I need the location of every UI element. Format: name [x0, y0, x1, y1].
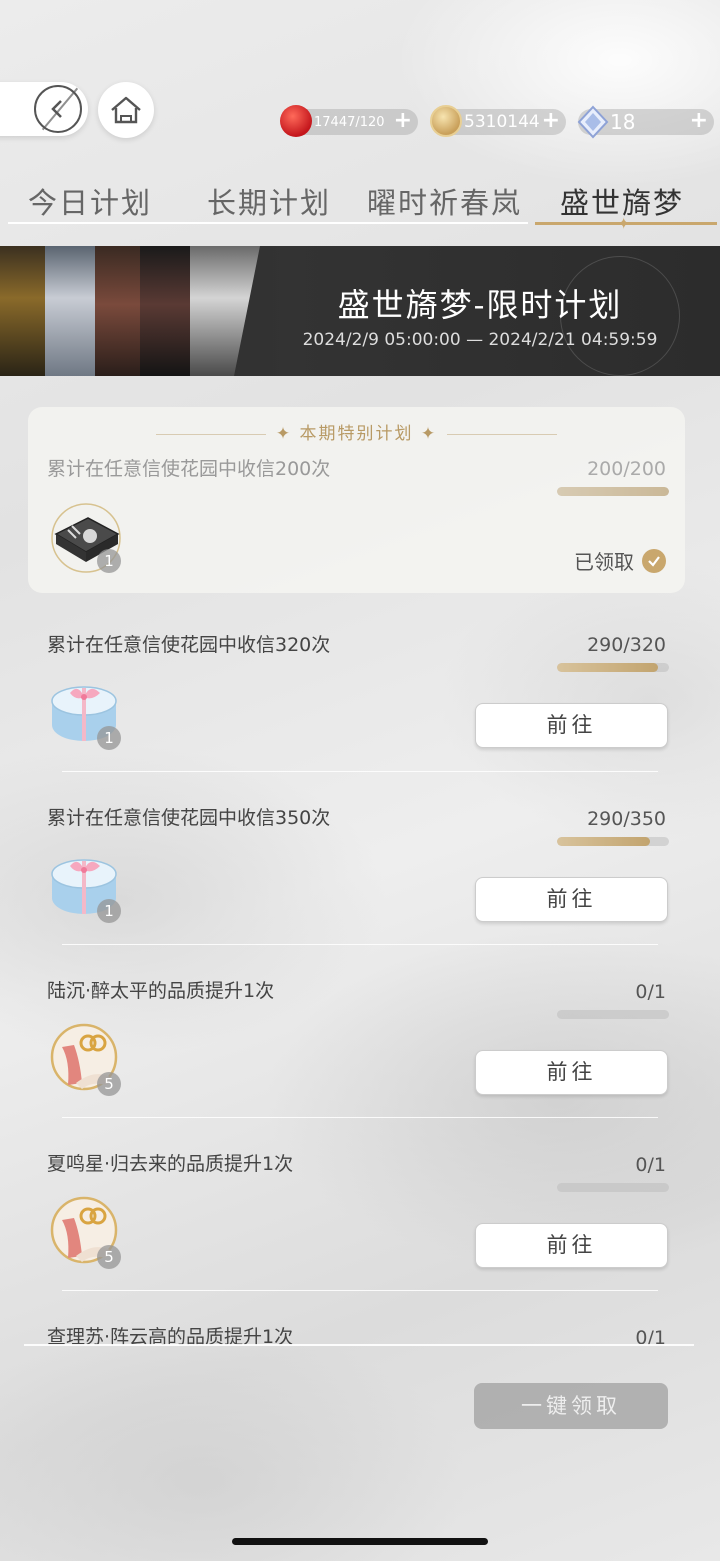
- reward-count-badge: 1: [97, 899, 121, 923]
- back-arrow-icon: [34, 85, 82, 133]
- go-button[interactable]: 前往: [475, 877, 668, 922]
- banner-date-range: 2024/2/9 05:00:00 — 2024/2/21 04:59:59: [302, 330, 658, 350]
- gem-counter: 18 +: [577, 105, 714, 139]
- stamina-value: 17447/120: [314, 114, 385, 130]
- sparkle-icon: ✦: [617, 214, 631, 233]
- progress-fill: [557, 837, 650, 846]
- sparkle-icon: ✦: [413, 424, 438, 444]
- go-button[interactable]: 前往: [475, 1050, 668, 1095]
- banner-title: 盛世旖梦-限时计划: [337, 286, 623, 324]
- reward-count-badge: 5: [97, 1245, 121, 1269]
- add-stamina-button[interactable]: +: [394, 109, 412, 133]
- progress-fill: [557, 663, 659, 672]
- tab-divider: [8, 222, 528, 224]
- progress-bar: [557, 663, 669, 672]
- divider: [62, 1117, 658, 1118]
- task-title: 陆沉·醉太平的品质提升1次: [47, 980, 275, 1002]
- progress-bar: [557, 1183, 669, 1192]
- tab-daily-plan[interactable]: 今日计划: [28, 180, 152, 222]
- go-button[interactable]: 前往: [475, 1223, 668, 1268]
- go-button[interactable]: 前往: [475, 703, 668, 748]
- reward-count-badge: 5: [97, 1072, 121, 1096]
- task-progress: 0/1: [635, 1327, 666, 1345]
- back-button[interactable]: [0, 82, 88, 136]
- divider: [62, 944, 658, 945]
- tab-spring-event[interactable]: 曜时祈春岚: [367, 180, 522, 222]
- special-plan-header: ✦ 本期特别计划 ✦: [28, 419, 685, 444]
- sparkle-icon: ✦: [275, 424, 300, 444]
- divider: [62, 771, 658, 772]
- claim-all-button[interactable]: 一键领取: [474, 1383, 668, 1429]
- list-bottom-divider: [24, 1344, 694, 1346]
- task-progress: 290/350: [587, 808, 666, 830]
- reward-count-badge: 1: [97, 726, 121, 750]
- stamina-counter: 17447/120 +: [280, 105, 418, 137]
- divider: [62, 1290, 658, 1291]
- progress-fill: [557, 487, 669, 496]
- home-button[interactable]: [98, 82, 154, 138]
- task-title: 查理苏·阵云高的品质提升1次: [47, 1326, 294, 1345]
- gem-value: 18: [610, 110, 636, 134]
- event-banner: 盛世旖梦-限时计划 2024/2/9 05:00:00 — 2024/2/21 …: [0, 246, 720, 376]
- coin-value: 5310144: [464, 112, 540, 132]
- special-plan-label: 本期特别计划: [299, 424, 414, 444]
- home-icon: [111, 96, 141, 124]
- reward-count-badge: 1: [97, 549, 121, 573]
- task-list[interactable]: 累计在任意信使花园中收信320次 290/320 1 前往 累计在任意信使花园中…: [0, 600, 720, 1345]
- tab-long-term-plan[interactable]: 长期计划: [207, 180, 331, 222]
- task-progress: 0/1: [635, 1154, 666, 1176]
- special-task-progress: 200/200: [587, 458, 666, 480]
- character-art: [0, 246, 260, 376]
- progress-bar: [557, 1010, 669, 1019]
- task-progress: 290/320: [587, 634, 666, 656]
- special-progress-bar: [557, 487, 669, 496]
- task-title: 累计在任意信使花园中收信350次: [47, 807, 331, 829]
- check-icon: [642, 548, 666, 573]
- progress-bar: [557, 837, 669, 846]
- claimed-label: 已领取: [574, 550, 634, 574]
- plan-tabs: 今日计划 长期计划 曜时祈春岚 盛世旖梦: [0, 180, 720, 228]
- special-task-title: 累计在任意信使花园中收信200次: [47, 458, 331, 480]
- add-gem-button[interactable]: +: [690, 109, 708, 133]
- add-coin-button[interactable]: +: [542, 109, 560, 133]
- claimed-status: 已领取: [574, 546, 666, 575]
- task-title: 累计在任意信使花园中收信320次: [47, 634, 331, 656]
- task-title: 夏鸣星·归去来的品质提升1次: [47, 1153, 294, 1175]
- coin-icon: [430, 105, 462, 137]
- apple-icon: [280, 105, 312, 137]
- coin-counter: 5310144 +: [430, 105, 566, 137]
- diamond-gem-icon: [576, 105, 609, 139]
- home-indicator[interactable]: [232, 1538, 488, 1545]
- task-progress: 0/1: [635, 981, 666, 1003]
